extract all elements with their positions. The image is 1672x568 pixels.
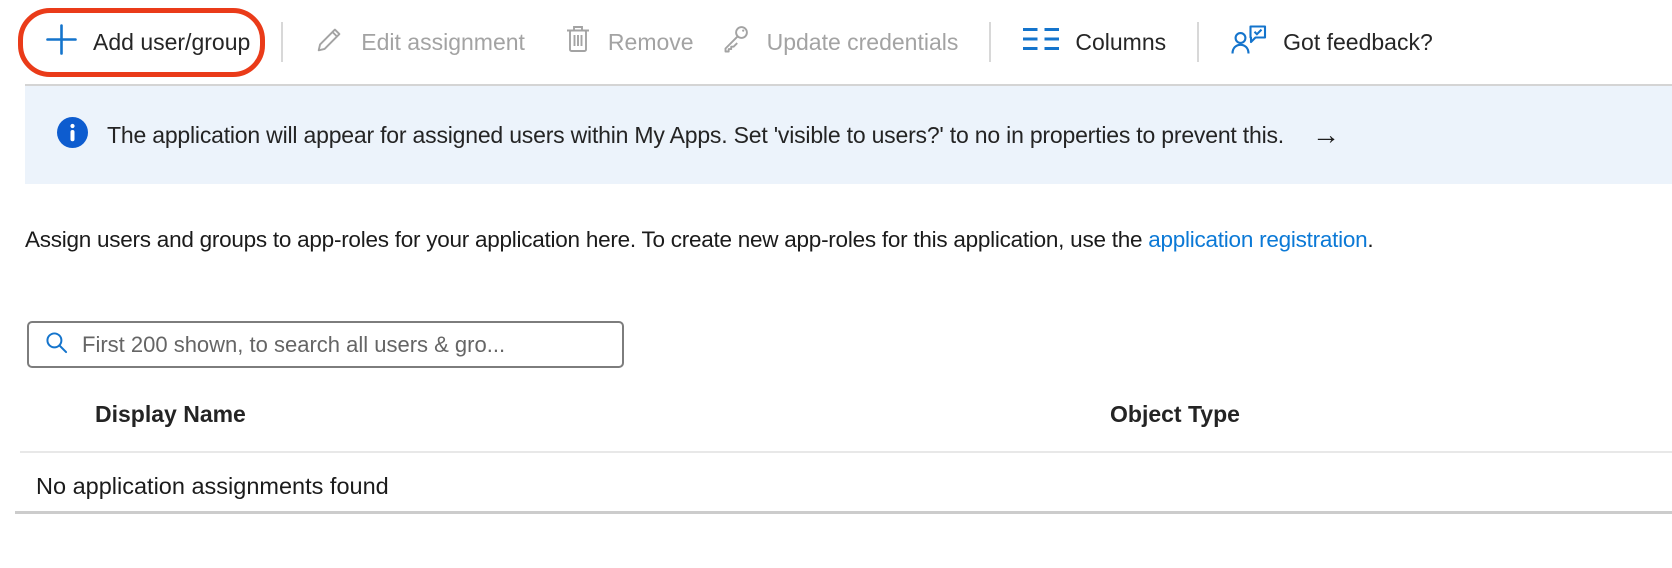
key-icon (720, 23, 752, 61)
banner-message: The application will appear for assigned… (107, 122, 1284, 149)
header-divider (20, 451, 1672, 453)
columns-button[interactable]: Columns (1022, 26, 1166, 58)
plus-icon (45, 23, 78, 62)
pencil-icon (314, 23, 346, 61)
search-icon (44, 330, 69, 360)
feedback-icon (1230, 22, 1268, 62)
info-icon (57, 117, 88, 154)
assign-description: Assign users and groups to app-roles for… (25, 227, 1373, 253)
toolbar-item-label: Add user/group (93, 29, 250, 56)
arrow-right-icon[interactable]: → (1312, 121, 1340, 149)
add-user-group-button[interactable]: Add user/group (45, 23, 250, 62)
toolbar-item-label: Remove (608, 29, 694, 56)
toolbar-divider (1197, 22, 1199, 62)
toolbar-divider (989, 22, 991, 62)
trash-icon (563, 23, 593, 61)
toolbar-item-label: Columns (1075, 29, 1166, 56)
toolbar-item-label: Update credentials (767, 29, 959, 56)
got-feedback-button[interactable]: Got feedback? (1230, 22, 1433, 62)
search-box[interactable] (27, 321, 624, 368)
update-credentials-button[interactable]: Update credentials (720, 23, 959, 61)
users-and-groups-blade: Add user/group Edit assignment Remove Up… (0, 0, 1672, 568)
description-period: . (1367, 227, 1373, 252)
application-registration-link[interactable]: application registration (1148, 227, 1367, 252)
edit-assignment-button[interactable]: Edit assignment (314, 23, 525, 61)
command-bar: Add user/group Edit assignment Remove Up… (0, 0, 1672, 84)
column-header-object-type: Object Type (1110, 401, 1240, 428)
empty-state-message: No application assignments found (36, 473, 389, 500)
columns-icon (1022, 26, 1060, 58)
toolbar-divider (281, 22, 283, 62)
search-input[interactable] (82, 332, 610, 358)
toolbar-item-label: Edit assignment (361, 29, 525, 56)
row-divider (15, 511, 1672, 514)
toolbar-item-label: Got feedback? (1283, 29, 1433, 56)
column-header-display-name: Display Name (95, 401, 246, 428)
info-banner: The application will appear for assigned… (25, 84, 1672, 184)
description-text: Assign users and groups to app-roles for… (25, 227, 1148, 252)
remove-button[interactable]: Remove (563, 23, 694, 61)
